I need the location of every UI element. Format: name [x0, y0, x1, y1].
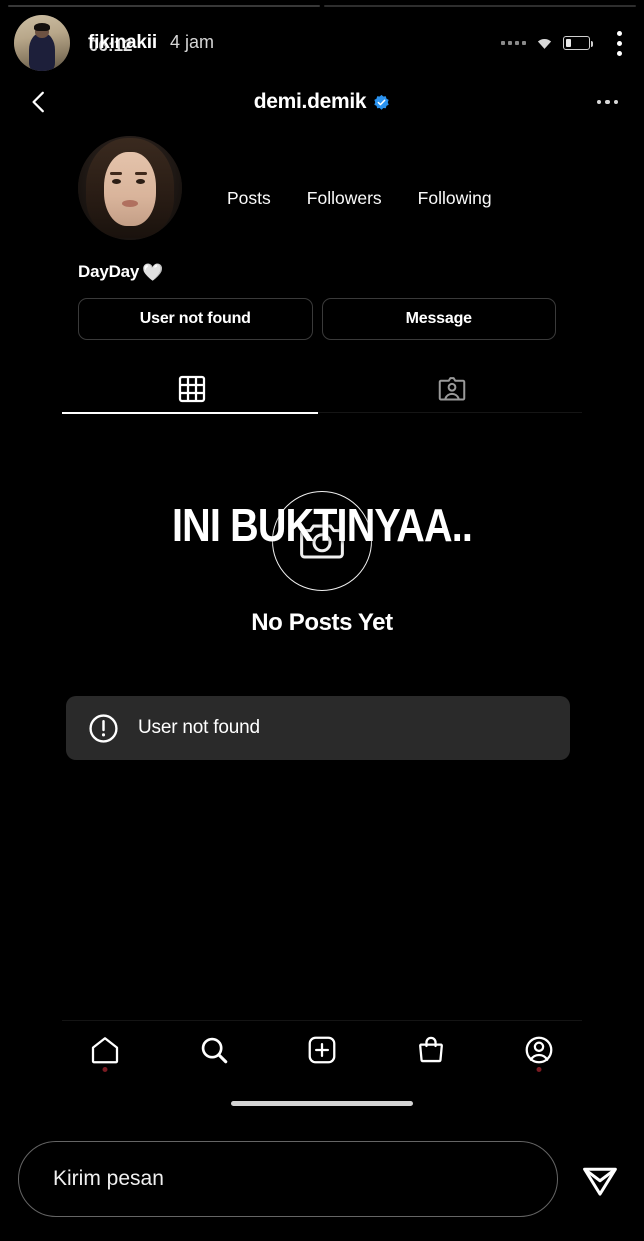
active-tab-underline — [62, 412, 318, 414]
tagged-person-icon — [438, 377, 466, 401]
profile-action-buttons: User not found Message — [0, 298, 644, 340]
stat-followers[interactable]: Followers — [307, 188, 382, 209]
exclamation-circle-icon — [89, 713, 118, 743]
grid-icon — [178, 375, 206, 403]
shared-profile-screenshot: demi.demik Posts Followers Following Day… — [0, 76, 644, 1116]
home-indicator — [231, 1101, 413, 1106]
profile-badge-dot — [536, 1066, 542, 1072]
story-author-username[interactable]: fikinakii — [88, 32, 157, 54]
tab-grid[interactable] — [62, 366, 322, 412]
story-reply-bar — [0, 1116, 644, 1241]
profile-picture-brow — [110, 172, 123, 176]
story-overlay-text: INI BUKTINYAA.. — [172, 499, 473, 551]
tab-tagged[interactable] — [322, 366, 582, 412]
stat-posts-label: Posts — [227, 188, 271, 208]
avatar-hair — [33, 23, 50, 32]
plus-square-icon — [308, 1036, 336, 1063]
story-author-avatar[interactable] — [14, 15, 70, 71]
profile-tabs — [0, 366, 644, 414]
paper-plane-icon — [583, 1167, 617, 1196]
profile-nav-bar: demi.demik — [0, 76, 644, 128]
story-progress-segment — [8, 5, 320, 7]
story-progress-bar — [8, 5, 636, 7]
display-name-text: DayDay — [78, 262, 140, 281]
profile-picture-face — [104, 151, 156, 227]
profile-picture-eye — [136, 178, 146, 184]
story-progress-segment — [324, 5, 636, 7]
more-options-icon[interactable] — [596, 99, 618, 105]
profile-stats: Posts Followers Following — [227, 188, 492, 209]
nav-search[interactable] — [185, 1024, 243, 1076]
signal-dots-icon — [501, 41, 526, 45]
nav-home[interactable] — [76, 1024, 134, 1076]
back-chevron-icon[interactable] — [26, 89, 52, 115]
home-badge-dot — [102, 1066, 108, 1072]
message-button[interactable]: Message — [321, 298, 556, 340]
status-bar-icons — [501, 36, 593, 51]
kebab-menu-icon[interactable] — [608, 28, 630, 58]
search-icon — [201, 1037, 227, 1063]
no-posts-title: No Posts Yet — [251, 609, 393, 636]
profile-username-text: demi.demik — [253, 90, 367, 113]
reply-input[interactable] — [18, 1140, 558, 1217]
toast-message: User not found — [138, 717, 260, 738]
toast-notification: User not found — [66, 696, 570, 760]
bottom-navigation-bar — [62, 1020, 582, 1078]
profile-picture-eye — [112, 178, 122, 184]
send-button[interactable] — [574, 1153, 626, 1205]
nav-create[interactable] — [293, 1024, 351, 1076]
profile-header: Posts Followers Following — [0, 128, 644, 240]
avatar-body — [29, 33, 55, 71]
wifi-icon — [537, 38, 552, 49]
profile-picture-brow — [135, 172, 148, 176]
home-icon — [91, 1036, 119, 1063]
stat-following-label: Following — [417, 188, 492, 208]
battery-low-icon — [563, 36, 593, 50]
white-heart-icon: 🤍 — [142, 262, 164, 282]
profile-display-name: DayDay 🤍 — [0, 262, 644, 282]
nav-profile[interactable] — [510, 1024, 568, 1076]
stat-following[interactable]: Following — [418, 188, 492, 209]
follow-button[interactable]: User not found — [78, 298, 313, 340]
verified-badge-icon — [374, 94, 389, 110]
story-meta: 06:12 fikinakii 4 jam — [88, 32, 214, 55]
nav-shop[interactable] — [402, 1024, 460, 1076]
profile-picture[interactable] — [78, 136, 182, 240]
empty-feed-area: No Posts Yet — [62, 412, 582, 742]
stat-posts[interactable]: Posts — [227, 188, 271, 209]
profile-title: demi.demik — [0, 90, 644, 114]
stat-followers-label: Followers — [306, 188, 382, 208]
story-timestamp: 4 jam — [169, 32, 214, 52]
story-header: 06:12 fikinakii 4 jam — [0, 14, 644, 72]
profile-circle-icon — [525, 1036, 553, 1063]
shopping-bag-icon — [418, 1036, 443, 1062]
